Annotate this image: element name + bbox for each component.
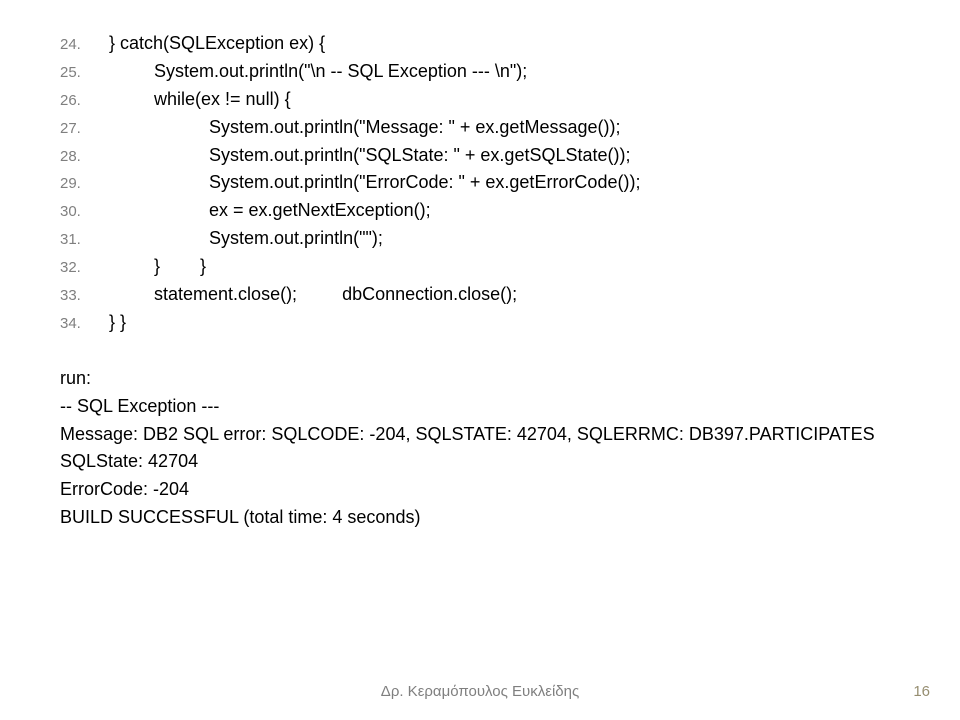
- code-line: 32. } }: [60, 253, 900, 281]
- code-text: } catch(SQLException ex) {: [94, 30, 325, 58]
- line-number: 29.: [60, 172, 94, 195]
- line-number: 34.: [60, 312, 94, 335]
- code-line: 25. System.out.println("\n -- SQL Except…: [60, 58, 900, 86]
- line-number: 28.: [60, 145, 94, 168]
- code-line: 30. ex = ex.getNextException();: [60, 197, 900, 225]
- line-number: 31.: [60, 228, 94, 251]
- code-line: 33. statement.close(); dbConnection.clos…: [60, 281, 900, 309]
- code-line: 31. System.out.println("");: [60, 225, 900, 253]
- code-text: ex = ex.getNextException();: [94, 197, 431, 225]
- footer: Δρ. Κεραμόπουλος Ευκλείδης 16: [0, 683, 960, 700]
- code-text: } }: [94, 309, 126, 337]
- code-text: } }: [94, 253, 206, 281]
- line-number: 32.: [60, 256, 94, 279]
- code-line: 27. System.out.println("Message: " + ex.…: [60, 114, 900, 142]
- output-line: run:: [60, 365, 900, 393]
- code-text: System.out.println("Message: " + ex.getM…: [94, 114, 620, 142]
- code-text: while(ex != null) {: [94, 86, 291, 114]
- line-number: 30.: [60, 200, 94, 223]
- code-line: 29. System.out.println("ErrorCode: " + e…: [60, 169, 900, 197]
- output-line: BUILD SUCCESSFUL (total time: 4 seconds): [60, 504, 900, 532]
- output-line: Message: DB2 SQL error: SQLCODE: -204, S…: [60, 421, 900, 449]
- code-block: 24. } catch(SQLException ex) { 25. Syste…: [60, 30, 900, 337]
- code-text: System.out.println("SQLState: " + ex.get…: [94, 142, 630, 170]
- code-line: 34. } }: [60, 309, 900, 337]
- code-text: System.out.println("ErrorCode: " + ex.ge…: [94, 169, 640, 197]
- code-line: 26. while(ex != null) {: [60, 86, 900, 114]
- line-number: 25.: [60, 61, 94, 84]
- line-number: 24.: [60, 33, 94, 56]
- output-line: -- SQL Exception ---: [60, 393, 900, 421]
- code-line: 28. System.out.println("SQLState: " + ex…: [60, 142, 900, 170]
- line-number: 27.: [60, 117, 94, 140]
- line-number: 33.: [60, 284, 94, 307]
- footer-author: Δρ. Κεραμόπουλος Ευκλείδης: [381, 683, 579, 700]
- footer-page-number: 16: [913, 683, 930, 700]
- line-number: 26.: [60, 89, 94, 112]
- slide-page: 24. } catch(SQLException ex) { 25. Syste…: [0, 0, 960, 720]
- code-text: statement.close(); dbConnection.close();: [94, 281, 517, 309]
- code-line: 24. } catch(SQLException ex) {: [60, 30, 900, 58]
- code-text: System.out.println("\n -- SQL Exception …: [94, 58, 527, 86]
- output-line: ErrorCode: -204: [60, 476, 900, 504]
- output-block: run: -- SQL Exception --- Message: DB2 S…: [60, 365, 900, 532]
- code-text: System.out.println("");: [94, 225, 383, 253]
- output-line: SQLState: 42704: [60, 448, 900, 476]
